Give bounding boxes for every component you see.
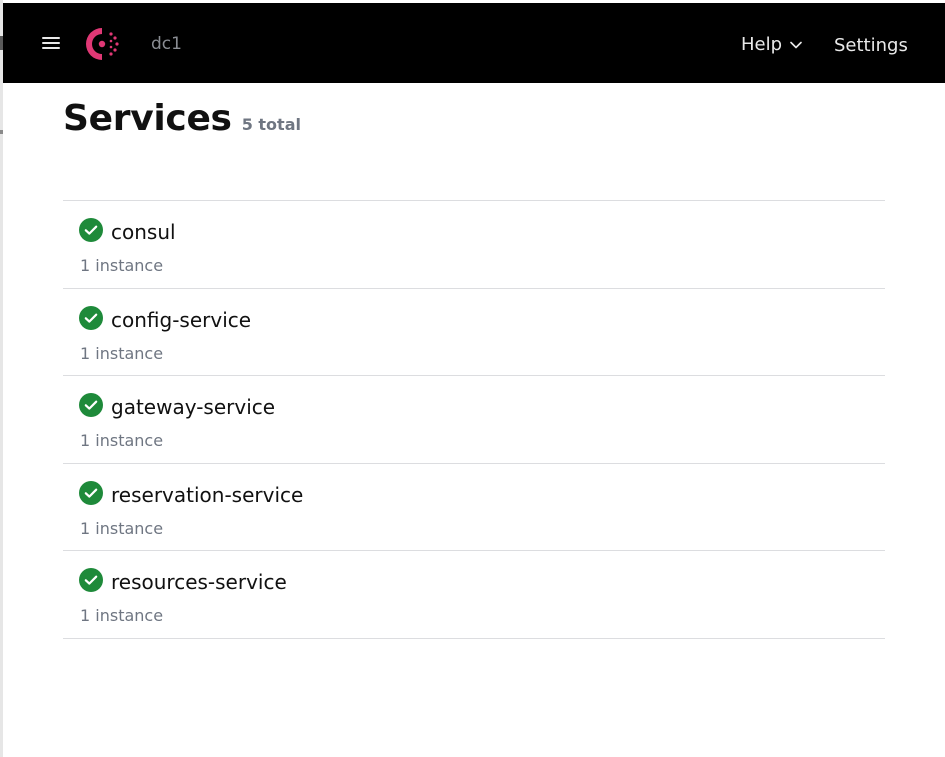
- service-instance-count: 1 instance: [80, 256, 164, 275]
- consul-logo[interactable]: [81, 24, 123, 64]
- check-circle-icon: [79, 218, 103, 242]
- total-count: 5 total: [241, 115, 301, 134]
- service-name[interactable]: resources-service: [111, 570, 287, 594]
- check-circle-icon: [79, 393, 103, 417]
- service-name[interactable]: reservation-service: [111, 483, 303, 507]
- settings-link[interactable]: Settings: [834, 35, 908, 56]
- check-circle-icon: [79, 305, 103, 330]
- check-circle-icon: [79, 480, 103, 505]
- hamburger-menu-icon[interactable]: [41, 36, 61, 51]
- service-list: consul 1 instance config-service 1 insta…: [63, 200, 885, 639]
- service-name[interactable]: gateway-service: [111, 395, 275, 419]
- chevron-down-icon: [790, 41, 802, 48]
- service-instance-count: 1 instance: [80, 518, 164, 538]
- page-header: Services 5 total: [63, 98, 301, 139]
- window-edge-left: [0, 0, 3, 757]
- check-circle-icon: [79, 568, 103, 592]
- help-menu[interactable]: Help: [741, 34, 802, 55]
- service-row-reservation-service[interactable]: reservation-service 1 instance: [63, 464, 885, 551]
- service-row-config-service[interactable]: config-service 1 instance: [63, 289, 885, 376]
- datacenter-label[interactable]: dc1: [151, 34, 182, 54]
- window-edge-marker: [0, 130, 3, 134]
- service-instance-count: 1 instance: [80, 343, 164, 363]
- service-row-resources-service[interactable]: resources-service 1 instance: [63, 551, 885, 639]
- service-row-consul[interactable]: consul 1 instance: [63, 201, 885, 289]
- top-navbar: dc1 Help Settings: [3, 3, 945, 83]
- service-name[interactable]: consul: [111, 220, 176, 244]
- help-label: Help: [741, 34, 783, 55]
- service-name[interactable]: config-service: [111, 308, 251, 332]
- service-instance-count: 1 instance: [80, 431, 164, 450]
- service-instance-count: 1 instance: [80, 606, 164, 625]
- service-row-gateway-service[interactable]: gateway-service 1 instance: [63, 376, 885, 464]
- page-title: Services: [63, 98, 232, 139]
